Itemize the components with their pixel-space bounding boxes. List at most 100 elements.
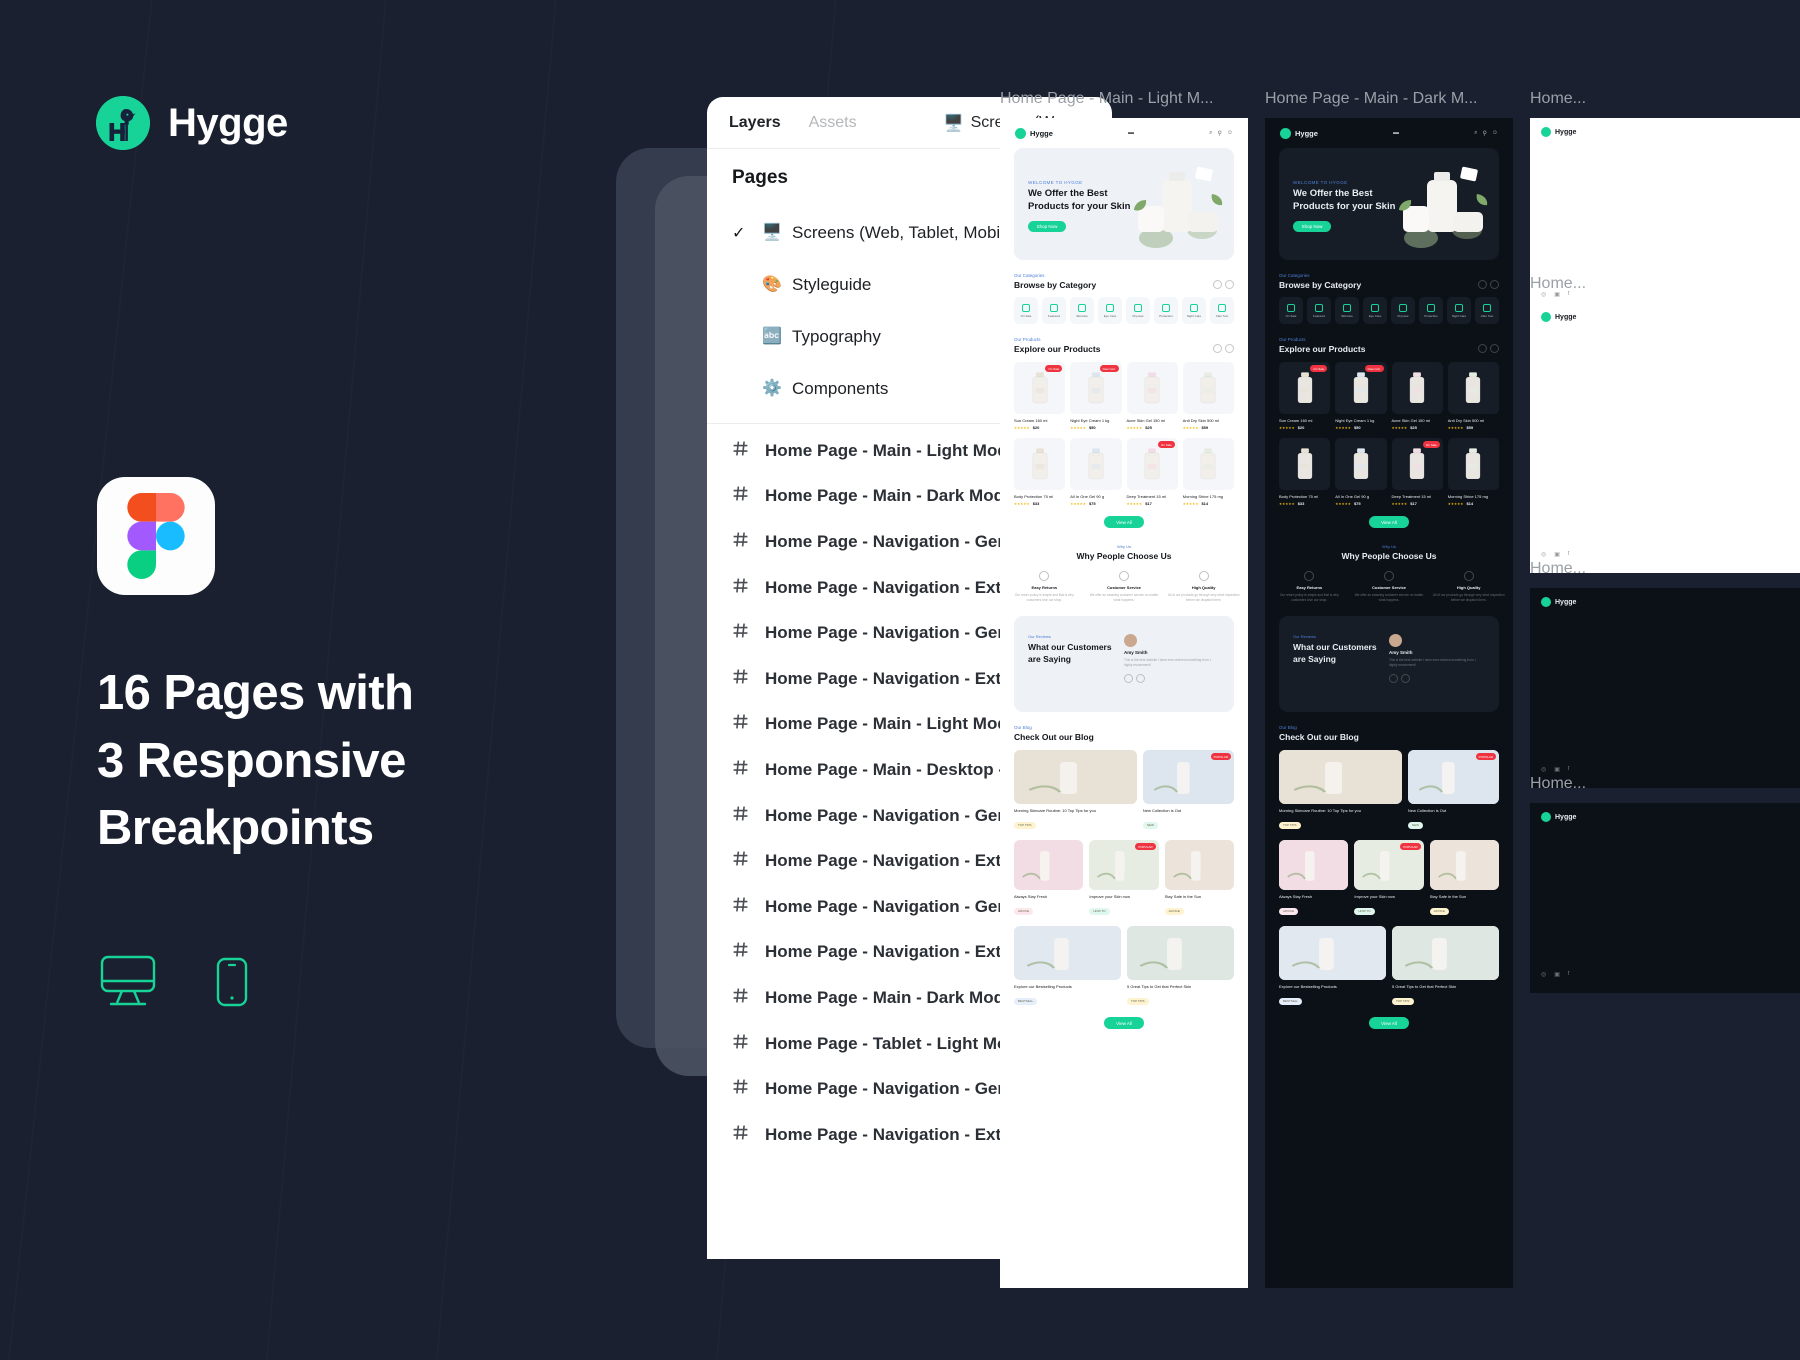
product-card[interactable]: Body Protection 75 ml ★★★★★ $33: [1279, 438, 1331, 506]
carousel-arrows[interactable]: [1478, 279, 1499, 289]
category-item[interactable]: On Sale: [1279, 297, 1303, 324]
category-item[interactable]: Skincare: [1335, 297, 1359, 324]
arrow-right-icon[interactable]: [1225, 343, 1234, 353]
category-item[interactable]: Eye Care: [1098, 297, 1122, 324]
blog-card[interactable]: Always Stay Fresh ADVICE: [1279, 840, 1349, 917]
arrow-left-icon[interactable]: [1478, 343, 1487, 353]
category-item[interactable]: Protection: [1154, 297, 1178, 324]
shop-now-button[interactable]: Shop Now: [1028, 220, 1066, 232]
facebook-icon[interactable]: f: [1568, 551, 1570, 558]
product-card[interactable]: All In One Gel 90 g ★★★★★ $75: [1070, 438, 1122, 506]
product-card[interactable]: Anti Dry Skin 500 ml ★★★★★ $59: [1447, 362, 1499, 430]
product-card[interactable]: On Sale Sun Cream 160 ml ★★★★★ $20: [1279, 362, 1331, 430]
arrow-right-icon[interactable]: [1490, 343, 1499, 353]
artboard-frame[interactable]: Hygge ▬ ⌕ ⚲ ☺ WELCOME TO HYGGE We Offer the Be…: [1000, 118, 1248, 1288]
artboard[interactable]: Home Page - Main - Light M... Hygge ▬ ⌕ ⚲ ☺ WE…: [1000, 90, 1248, 1288]
user-icon[interactable]: ☺: [1227, 130, 1233, 137]
artboard[interactable]: Home... Hygge ◎ ▣ f: [1530, 560, 1800, 788]
artboard-title[interactable]: Home...: [1530, 275, 1800, 295]
cart-icon[interactable]: ⚲: [1482, 130, 1486, 137]
category-item[interactable]: Featured: [1307, 297, 1331, 324]
product-card[interactable]: On Sale Sun Cream 160 ml ★★★★★ $20: [1014, 362, 1066, 430]
artboard-title[interactable]: Home...: [1530, 560, 1800, 580]
artboard-title[interactable]: Home...: [1530, 775, 1800, 795]
blog-card[interactable]: Explore our Bestselling Products BESTSELL: [1014, 926, 1121, 1007]
category-item[interactable]: Dryness: [1391, 297, 1415, 324]
instagram-icon[interactable]: ▣: [1554, 971, 1560, 978]
blog-card[interactable]: Stay Safe in the Sun ADVICE: [1429, 840, 1499, 917]
blog-card[interactable]: Morning Skincare Routine: 10 Top Tips fo…: [1279, 750, 1402, 831]
arrow-left-icon[interactable]: [1389, 674, 1398, 684]
blog-card[interactable]: POPULAR Improve your Skin now HOW TO: [1354, 840, 1424, 917]
artboard-frame[interactable]: Hygge ◎ ▣ f: [1530, 803, 1800, 993]
blog-card[interactable]: Always Stay Fresh ADVICE: [1014, 840, 1084, 917]
category-item[interactable]: Night Care: [1447, 297, 1471, 324]
instagram-icon[interactable]: ▣: [1554, 551, 1560, 558]
category-item[interactable]: After Sun: [1210, 297, 1234, 324]
artboard[interactable]: Home... Hygge ◎ ▣ f: [1530, 775, 1800, 993]
testimonial-arrows[interactable]: [1124, 674, 1220, 684]
product-card[interactable]: New Coll. Night Eye Cream 1 kg ★★★★★ $50: [1335, 362, 1387, 430]
product-card[interactable]: On Sale Deep Treatment 15 ml ★★★★★ $17: [1126, 438, 1178, 506]
twitter-icon[interactable]: ◎: [1541, 551, 1546, 558]
artboard-title[interactable]: Home Page - Main - Light M...: [1000, 90, 1248, 110]
artboard-title[interactable]: Home...: [1530, 90, 1800, 110]
category-item[interactable]: Protection: [1419, 297, 1443, 324]
category-item[interactable]: Dryness: [1126, 297, 1150, 324]
shop-now-button[interactable]: Shop Now: [1293, 220, 1331, 232]
category-item[interactable]: Night Care: [1182, 297, 1206, 324]
blog-card[interactable]: Stay Safe in the Sun ADVICE: [1164, 840, 1234, 917]
facebook-icon[interactable]: f: [1568, 766, 1570, 773]
view-all-blog-button[interactable]: View All: [1369, 1017, 1409, 1030]
category-item[interactable]: After Sun: [1475, 297, 1499, 324]
product-card[interactable]: Body Protection 75 ml ★★★★★ $33: [1014, 438, 1066, 506]
view-all-blog-button[interactable]: View All: [1104, 1017, 1144, 1030]
arrow-right-icon[interactable]: [1136, 674, 1145, 684]
twitter-icon[interactable]: ◎: [1541, 971, 1546, 978]
artboard-frame[interactable]: Hygge ▬ ⌕ ⚲ ☺ WELCOME TO HYGGE We Offer the Be…: [1265, 118, 1513, 1288]
view-all-products-button[interactable]: View All: [1369, 516, 1409, 529]
artboard-frame[interactable]: Hygge ◎ ▣ f: [1530, 588, 1800, 788]
arrow-left-icon[interactable]: [1124, 674, 1133, 684]
product-card[interactable]: All In One Gel 90 g ★★★★★ $75: [1335, 438, 1387, 506]
cart-icon[interactable]: ⚲: [1217, 130, 1221, 137]
category-item[interactable]: Featured: [1042, 297, 1066, 324]
category-item[interactable]: Eye Care: [1363, 297, 1387, 324]
product-card[interactable]: Morning Shine 175 mg ★★★★★ $14: [1447, 438, 1499, 506]
product-card[interactable]: New Coll. Night Eye Cream 1 kg ★★★★★ $50: [1070, 362, 1122, 430]
product-card[interactable]: On Sale Deep Treatment 15 ml ★★★★★ $17: [1391, 438, 1443, 506]
facebook-icon[interactable]: f: [1568, 971, 1570, 978]
blog-card[interactable]: POPULAR New Collection is Out NEW: [1142, 750, 1234, 831]
twitter-icon[interactable]: ◎: [1541, 766, 1546, 773]
arrow-left-icon[interactable]: [1213, 279, 1222, 289]
arrow-left-icon[interactable]: [1478, 279, 1487, 289]
product-card[interactable]: Anti Dry Skin 500 ml ★★★★★ $59: [1182, 362, 1234, 430]
carousel-arrows[interactable]: [1478, 343, 1499, 353]
user-icon[interactable]: ☺: [1492, 130, 1498, 137]
carousel-arrows[interactable]: [1213, 343, 1234, 353]
view-all-products-button[interactable]: View All: [1104, 516, 1144, 529]
category-item[interactable]: Skincare: [1070, 297, 1094, 324]
artboard[interactable]: Home Page - Main - Dark M... Hygge ▬ ⌕ ⚲ ☺ WEL…: [1265, 90, 1513, 1288]
blog-card[interactable]: 5 Great Tips to Get that Perfect Skin TOP…: [1392, 926, 1499, 1007]
artboard[interactable]: Home... Hygge ◎ ▣ f: [1530, 275, 1800, 573]
tab-layers[interactable]: Layers: [729, 114, 781, 132]
blog-card[interactable]: Morning Skincare Routine: 10 Top Tips fo…: [1014, 750, 1137, 831]
artboard-title[interactable]: Home Page - Main - Dark M...: [1265, 90, 1513, 110]
artboard-frame[interactable]: Hygge ◎ ▣ f: [1530, 303, 1800, 573]
blog-card[interactable]: POPULAR Improve your Skin now HOW TO: [1089, 840, 1159, 917]
blog-card[interactable]: Explore our Bestselling Products BESTSELL: [1279, 926, 1386, 1007]
arrow-right-icon[interactable]: [1490, 279, 1499, 289]
arrow-right-icon[interactable]: [1401, 674, 1410, 684]
search-icon[interactable]: ⌕: [1209, 130, 1212, 137]
search-icon[interactable]: ⌕: [1474, 130, 1477, 137]
arrow-left-icon[interactable]: [1213, 343, 1222, 353]
carousel-arrows[interactable]: [1213, 279, 1234, 289]
product-card[interactable]: Acne Skin Gel 150 ml ★★★★★ $25: [1391, 362, 1443, 430]
tab-assets[interactable]: Assets: [809, 114, 857, 132]
product-card[interactable]: Morning Shine 175 mg ★★★★★ $14: [1182, 438, 1234, 506]
instagram-icon[interactable]: ▣: [1554, 766, 1560, 773]
blog-card[interactable]: 5 Great Tips to Get that Perfect Skin TOP…: [1127, 926, 1234, 1007]
blog-card[interactable]: POPULAR New Collection is Out NEW: [1407, 750, 1499, 831]
product-card[interactable]: Acne Skin Gel 150 ml ★★★★★ $25: [1126, 362, 1178, 430]
